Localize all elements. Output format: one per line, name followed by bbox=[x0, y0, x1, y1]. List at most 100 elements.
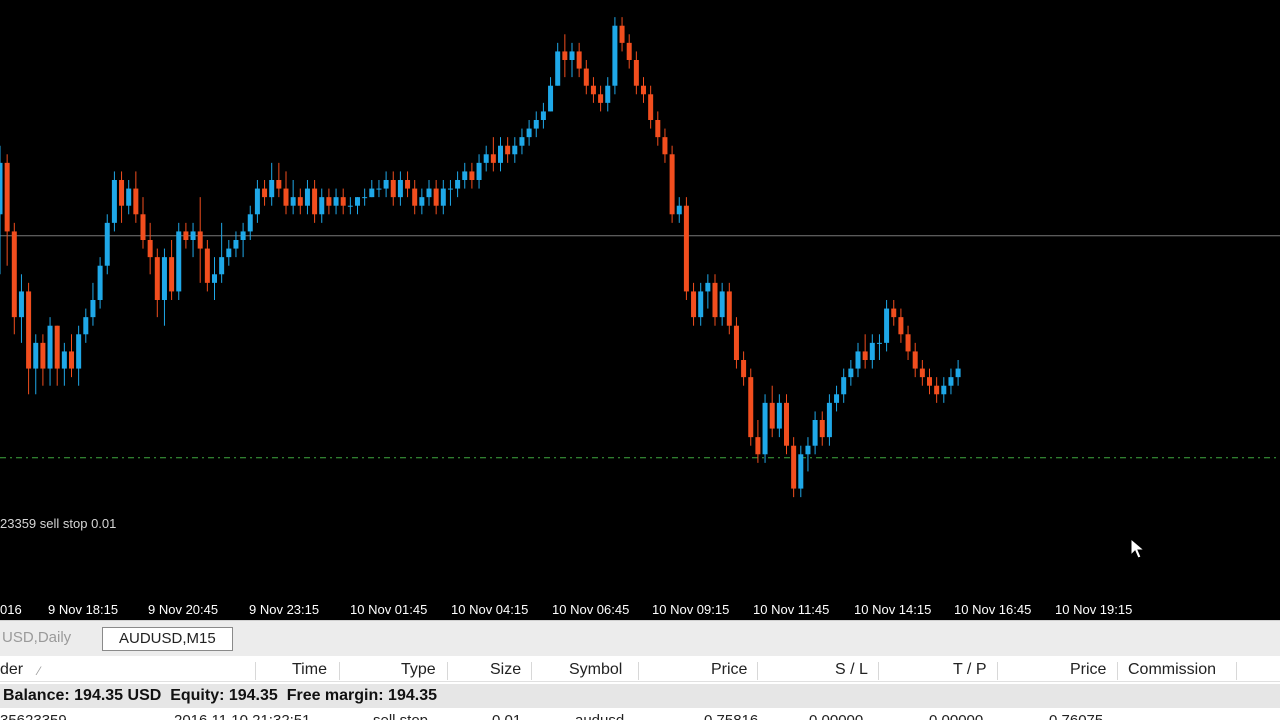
column-symbol[interactable]: Symbol bbox=[569, 661, 622, 679]
candle bbox=[18, 274, 24, 343]
column-divider[interactable] bbox=[447, 662, 448, 680]
candle-body bbox=[397, 180, 403, 198]
column-divider[interactable] bbox=[255, 662, 256, 680]
column-type[interactable]: Type bbox=[401, 661, 436, 679]
column-divider[interactable] bbox=[878, 662, 879, 680]
candle bbox=[133, 171, 139, 223]
candle bbox=[719, 282, 725, 326]
candle-body bbox=[698, 291, 704, 318]
time-tick-label: 9 Nov 20:45 bbox=[148, 602, 219, 617]
candle bbox=[147, 222, 153, 275]
candle-body bbox=[598, 94, 604, 103]
candle-body bbox=[126, 188, 132, 206]
candle bbox=[90, 282, 96, 326]
candle-body bbox=[190, 231, 196, 240]
column-current-price[interactable]: Price bbox=[1070, 661, 1106, 679]
candle bbox=[40, 334, 46, 386]
candle-body bbox=[519, 137, 525, 146]
candle bbox=[240, 222, 246, 258]
candle bbox=[712, 274, 718, 326]
table-row[interactable]: 35623359 2016.11.10 21:32:51 sell stop 0… bbox=[0, 710, 1280, 720]
candle bbox=[76, 325, 82, 386]
candle bbox=[169, 240, 175, 300]
candle bbox=[798, 445, 804, 498]
candle bbox=[490, 137, 496, 172]
candle bbox=[598, 85, 604, 112]
candle-body bbox=[512, 145, 518, 155]
candle bbox=[641, 77, 646, 103]
column-divider[interactable] bbox=[638, 662, 639, 680]
candle-body bbox=[741, 360, 747, 378]
column-take-profit[interactable]: T / P bbox=[953, 661, 987, 679]
candle bbox=[462, 162, 468, 189]
column-time[interactable]: Time bbox=[292, 661, 327, 679]
candle-body bbox=[254, 188, 260, 215]
candle bbox=[934, 377, 940, 403]
candle bbox=[769, 385, 775, 438]
candle-body bbox=[812, 420, 818, 446]
candle bbox=[626, 34, 632, 69]
candle-body bbox=[483, 154, 489, 163]
column-divider[interactable] bbox=[757, 662, 758, 680]
candle-body bbox=[748, 377, 754, 438]
candle bbox=[319, 188, 325, 223]
candle bbox=[505, 137, 511, 163]
candle bbox=[912, 342, 918, 378]
mouse-cursor-icon bbox=[1130, 538, 1146, 559]
candle-body bbox=[712, 282, 718, 318]
candle-body bbox=[419, 197, 425, 206]
column-order[interactable]: der bbox=[0, 661, 23, 679]
candle bbox=[204, 240, 210, 292]
price-chart[interactable]: 23359 sell stop 0.01 bbox=[0, 0, 1280, 600]
candle-body bbox=[226, 248, 232, 258]
candle-body bbox=[490, 154, 496, 163]
candle bbox=[161, 248, 167, 326]
tab-audusd-m15[interactable]: AUDUSD,M15 bbox=[102, 627, 233, 651]
candle-body bbox=[548, 85, 554, 112]
candle bbox=[869, 334, 875, 369]
candle-body bbox=[376, 188, 382, 190]
candle bbox=[919, 360, 925, 386]
candle-body bbox=[791, 445, 797, 489]
candle-body bbox=[233, 240, 239, 249]
candle-body bbox=[111, 180, 117, 223]
column-price[interactable]: Price bbox=[711, 661, 747, 679]
candle-body bbox=[505, 145, 511, 155]
candle-body bbox=[412, 188, 418, 206]
candle bbox=[733, 317, 739, 369]
column-divider[interactable] bbox=[531, 662, 532, 680]
candle bbox=[891, 300, 897, 326]
candle bbox=[583, 60, 589, 95]
candle bbox=[276, 162, 282, 198]
candle bbox=[369, 180, 375, 198]
candle bbox=[69, 334, 74, 378]
balance-row[interactable]: Balance: 194.35 USD Equity: 194.35 Free … bbox=[0, 684, 1280, 708]
candle bbox=[326, 188, 332, 215]
candle bbox=[476, 154, 482, 189]
order-time: 2016.11.10 21:32:51 bbox=[174, 712, 311, 720]
column-divider[interactable] bbox=[1117, 662, 1118, 680]
column-divider[interactable] bbox=[997, 662, 998, 680]
candle-body bbox=[140, 214, 146, 240]
candle bbox=[819, 411, 825, 446]
candle-body bbox=[33, 342, 39, 369]
tab-usd-daily[interactable]: USD,Daily bbox=[0, 627, 88, 651]
candle bbox=[426, 180, 432, 206]
candle bbox=[33, 334, 39, 395]
column-divider[interactable] bbox=[1236, 662, 1237, 680]
candle bbox=[791, 437, 797, 498]
candle-body bbox=[462, 171, 468, 180]
candle bbox=[898, 308, 904, 343]
candle bbox=[412, 180, 418, 215]
column-stop-loss[interactable]: S / L bbox=[835, 661, 868, 679]
column-size[interactable]: Size bbox=[490, 661, 521, 679]
candle-body bbox=[626, 42, 632, 60]
candle bbox=[705, 274, 711, 309]
candle-body bbox=[533, 120, 539, 129]
candle-body bbox=[355, 197, 360, 206]
column-commission[interactable]: Commission bbox=[1128, 661, 1216, 679]
candle bbox=[498, 137, 503, 172]
candle bbox=[383, 171, 389, 198]
column-divider[interactable] bbox=[339, 662, 340, 680]
candle bbox=[784, 394, 789, 455]
